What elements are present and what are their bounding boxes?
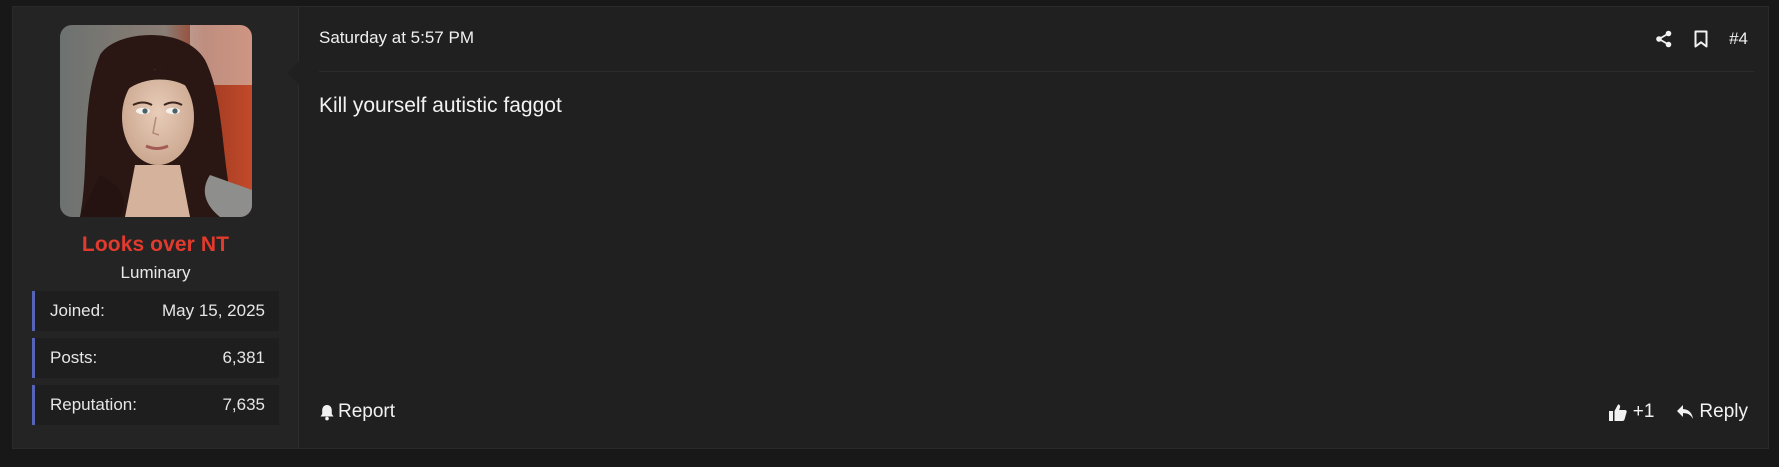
user-info-panel: Looks over NT Luminary Joined: May 15, 2… <box>13 7 299 448</box>
post-number-link[interactable]: #4 <box>1729 29 1748 49</box>
reaction-count: +1 <box>1632 401 1655 422</box>
stat-value: 6,381 <box>222 348 265 367</box>
username[interactable]: Looks over NT <box>82 233 229 257</box>
post-pointer-arrow <box>287 61 299 85</box>
bell-icon <box>320 404 334 420</box>
post-body-text: Kill yourself autistic faggot <box>319 94 562 117</box>
reply-label: Reply <box>1699 401 1748 422</box>
user-stats: Joined: May 15, 2025 Posts: 6,381 Reputa… <box>32 291 279 432</box>
stat-value: 7,635 <box>222 395 265 414</box>
stat-joined: Joined: May 15, 2025 <box>32 291 279 331</box>
header-actions: #4 <box>1655 29 1748 49</box>
user-title: Luminary <box>120 263 191 282</box>
thumbs-up-icon <box>1608 404 1627 421</box>
share-icon[interactable] <box>1655 30 1673 48</box>
like-button[interactable]: +1 <box>1608 401 1655 423</box>
post-date[interactable]: Saturday at 5:57 PM <box>319 28 474 48</box>
report-label: Report <box>338 401 396 422</box>
stat-reputation: Reputation: 7,635 <box>32 385 279 425</box>
post-header: Saturday at 5:57 PM #4 <box>319 7 1754 72</box>
stat-posts: Posts: 6,381 <box>32 338 279 378</box>
stat-label: Posts: <box>50 348 98 367</box>
reply-arrow-icon <box>1677 404 1694 419</box>
post-content-panel: Saturday at 5:57 PM #4 Kill yourself aut… <box>299 7 1768 448</box>
stat-value: May 15, 2025 <box>161 301 265 320</box>
report-button[interactable]: Report <box>319 401 395 423</box>
post-footer: Report +1 Reply <box>319 398 1748 426</box>
stat-label: Reputation: <box>50 395 137 414</box>
bookmark-icon[interactable] <box>1693 30 1709 48</box>
reply-button[interactable]: Reply <box>1676 401 1748 423</box>
stat-label: Joined: <box>50 301 105 320</box>
forum-post: Looks over NT Luminary Joined: May 15, 2… <box>12 6 1769 449</box>
avatar-image <box>59 25 252 217</box>
avatar[interactable] <box>59 25 252 217</box>
footer-actions: +1 Reply <box>1608 401 1748 423</box>
